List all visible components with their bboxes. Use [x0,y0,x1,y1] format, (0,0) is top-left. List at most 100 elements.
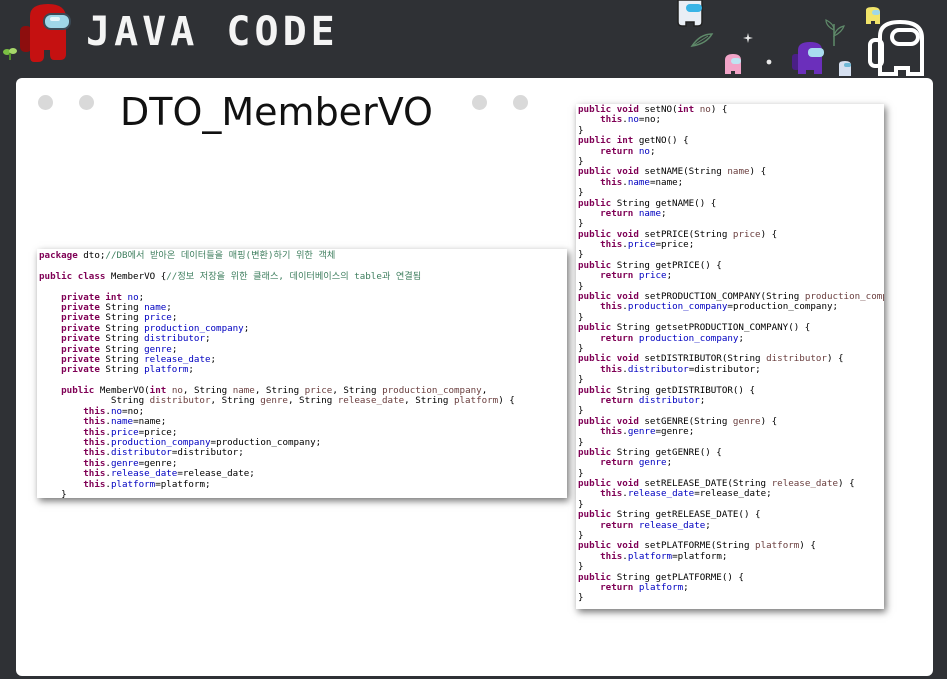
code-line: this.genre=genre; [578,426,884,438]
code-token: } [578,592,584,604]
code-token: private [61,333,100,345]
code-token: this [600,301,623,313]
code-token: ; [171,343,178,355]
code-token: distributor [149,395,211,407]
code-token: setNAME(String [638,166,728,178]
code-token: package [39,250,78,261]
code-token: platform [110,478,156,490]
code-token: this [600,426,623,438]
code-token: ; [166,301,172,313]
code-token: distributor [638,394,700,406]
code-token: =genre; [138,457,178,469]
code-token: name [627,176,650,188]
code-token: this [83,405,106,417]
code-token: ) { [838,478,855,490]
code-token: platform [144,364,189,376]
code-line: return price; [578,271,884,281]
code-token: String getDISTRIBUTOR() { [611,384,756,396]
code-token: this [83,457,106,469]
code-token: ) { [749,166,767,178]
code-token: production_company [110,437,211,449]
code-token: public int [578,135,634,147]
code-token: distributor [110,447,172,459]
code-token: public void [578,415,639,427]
code-token: distributor [766,353,827,365]
code-token: ; [699,394,706,406]
code-token: price [144,312,172,324]
code-token: genre [627,426,656,438]
code-token: distributor [144,333,205,345]
code-token: setDISTRIBUTOR(String [638,353,767,365]
code-line: return genre; [578,458,884,468]
code-token: String getNAME() { [611,197,717,209]
code-token: public [578,259,612,271]
code-token: ; [666,457,673,469]
decorative-dot [513,95,528,110]
code-token: ) { [799,540,816,552]
code-token: public [578,571,612,583]
code-token: this [600,363,623,375]
code-token: production_company [804,291,884,303]
code-token: price [732,228,761,240]
code-line: this.price=price; [578,239,884,251]
code-token: public class [39,270,106,282]
code-line: return platform; [578,581,884,593]
code-token: } [578,436,584,448]
code-token: setNO( [638,104,678,115]
code-token: private [61,353,100,365]
code-token: =release_date; [694,488,772,500]
decorative-dot [472,95,487,110]
code-token: private int [61,291,122,303]
code-token: setPRICE(String [638,228,733,240]
code-line: this.release_date=release_date; [578,489,884,499]
code-token: } [578,374,584,386]
code-token: return [600,394,634,406]
code-token: } [578,311,584,323]
code-token: ) { [498,395,515,407]
code-token: ; [683,581,689,593]
code-token: getNO() { [633,135,689,147]
code-token: =name; [133,416,167,428]
code-line: public class MemberVO {//정보 저장을 위한 클래스, … [39,270,567,282]
code-token: public void [578,353,639,365]
code-token: ; [649,145,656,157]
code-token: no [171,385,183,397]
code-token: genre [260,395,288,407]
code-token: } [578,187,584,199]
white-crewmate-icon [868,19,924,76]
code-token: this [600,488,623,500]
decorative-dot [79,95,94,110]
code-line: this.name=name; [578,176,884,188]
code-token: return [600,270,634,282]
code-token: no [110,405,123,417]
code-line: this.platform=platform; [578,551,884,562]
code-token: String getsetPRODUCTION_COMPANY() { [611,322,811,334]
code-token: price [638,270,667,282]
code-token: name [727,166,750,178]
code-token: this [83,468,106,480]
code-token: String [99,364,145,376]
code-line: return no; [578,145,884,157]
code-token: } [578,498,584,510]
code-token: distributor [627,363,689,375]
code-token: , String [210,395,261,407]
getter-setter-code-panel: public void setNO(int no) { this.no=no;}… [576,104,884,609]
code-line: } [39,489,567,498]
code-token: =price; [655,239,695,251]
